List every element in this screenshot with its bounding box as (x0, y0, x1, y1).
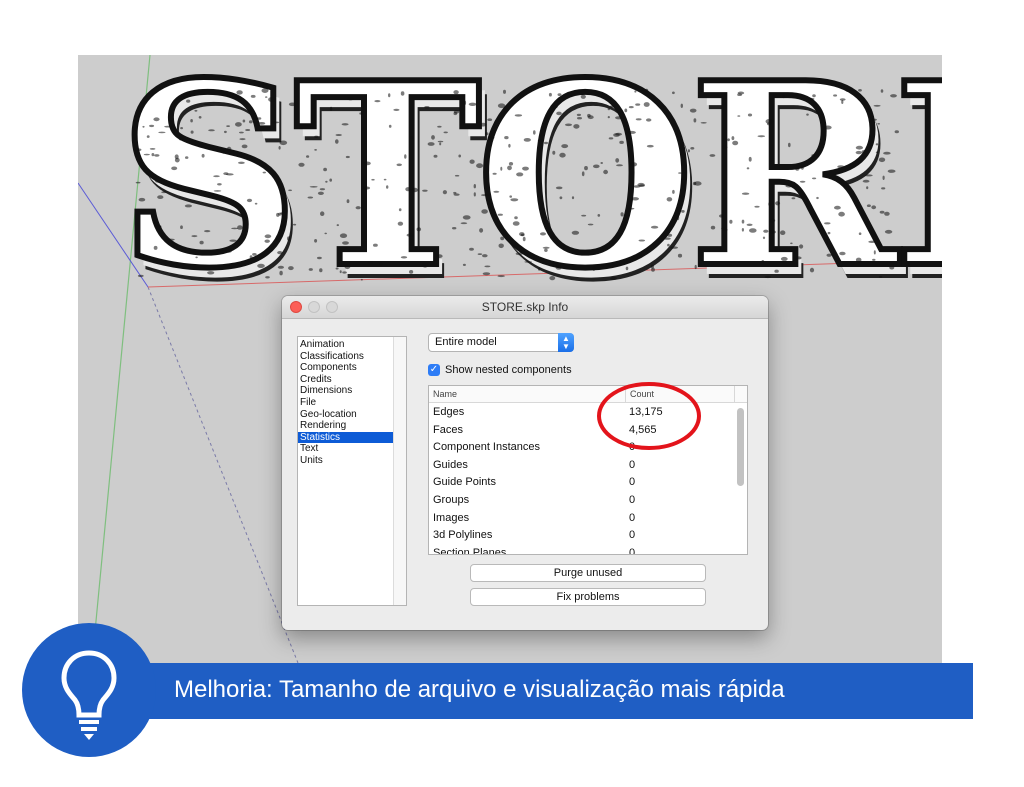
row-count: 0 (629, 511, 636, 524)
category-item-statistics[interactable]: Statistics (298, 431, 393, 444)
show-nested-label: Show nested components (445, 364, 572, 376)
table-row[interactable]: 3d Polylines 0 (429, 526, 747, 544)
category-item-credits[interactable]: Credits (298, 374, 393, 386)
chevron-up-down-icon[interactable]: ▲ ▼ (558, 333, 574, 352)
lightbulb-icon (61, 650, 117, 740)
category-item-text[interactable]: Text (298, 443, 393, 455)
title-bar[interactable]: STORE.skp Info (282, 296, 768, 319)
statistics-table: Name Count Edges 13,175 Faces 4,565 Componen… (428, 385, 748, 555)
lightbulb-badge (22, 623, 156, 757)
row-name: Images (433, 511, 470, 524)
model-texture (135, 88, 899, 281)
category-item-units[interactable]: Units (298, 455, 393, 467)
dialog-title: STORE.skp Info (481, 300, 569, 314)
category-item-dimensions[interactable]: Dimensions (298, 385, 393, 397)
row-name: Guide Points (433, 476, 496, 489)
row-count: 0 (629, 529, 636, 542)
model-info-dialog: STORE.skp Info Animation Classifications C… (282, 296, 768, 630)
table-row[interactable]: Section Planes 0 (429, 544, 747, 555)
category-item-classifications[interactable]: Classifications (298, 351, 393, 363)
category-item-geo-location[interactable]: Geo-location (298, 409, 393, 421)
column-header-name[interactable]: Name (433, 389, 457, 399)
row-count: 0 (629, 476, 636, 489)
category-list-scrollbar[interactable] (393, 337, 406, 605)
row-name: Groups (433, 493, 470, 506)
table-row[interactable]: Images 0 (429, 509, 747, 527)
table-row[interactable]: Faces 4,565 (429, 421, 747, 439)
improvement-banner: Melhoria: Tamanho de arquivo e visualiza… (110, 663, 973, 719)
row-count: 0 (629, 458, 636, 471)
category-item-rendering[interactable]: Rendering (298, 420, 393, 432)
fix-problems-button[interactable]: Fix problems (470, 588, 706, 606)
scope-select-value: Entire model (435, 336, 497, 348)
row-count: 0 (629, 546, 636, 555)
category-item-file[interactable]: File (298, 397, 393, 409)
category-item-components[interactable]: Components (298, 362, 393, 374)
show-nested-checkbox[interactable]: ✓ (428, 364, 440, 376)
row-name: Edges (433, 406, 465, 418)
category-item-animation[interactable]: Animation (298, 339, 393, 351)
table-row[interactable]: Groups 0 (429, 491, 747, 509)
table-row[interactable]: Guides 0 (429, 456, 747, 474)
row-name: Guides (433, 458, 468, 471)
table-row[interactable]: Guide Points 0 (429, 473, 747, 491)
table-row[interactable]: Component Instances 0 (429, 438, 747, 456)
banner-text: Melhoria: Tamanho de arquivo e visualiza… (174, 676, 785, 703)
row-name: Faces (433, 423, 463, 436)
row-count: 4,565 (629, 423, 657, 436)
row-count: 0 (629, 441, 636, 454)
row-count: 13,175 (629, 406, 663, 418)
purge-unused-button[interactable]: Purge unused (470, 564, 706, 582)
table-row[interactable]: Edges 13,175 (429, 403, 747, 421)
table-scrollbar-thumb[interactable] (737, 408, 744, 486)
table-header: Name Count (429, 386, 747, 403)
row-name: Section Planes (433, 546, 507, 555)
column-header-count[interactable]: Count (625, 386, 733, 402)
category-list[interactable]: Animation Classifications Components Credit… (297, 336, 407, 606)
show-nested-row[interactable]: ✓ Show nested components (428, 362, 572, 378)
row-count: 0 (629, 493, 636, 506)
row-name: 3d Polylines (433, 529, 493, 542)
scope-select[interactable]: Entire model ▲ ▼ (428, 333, 574, 352)
row-name: Component Instances (433, 441, 541, 454)
